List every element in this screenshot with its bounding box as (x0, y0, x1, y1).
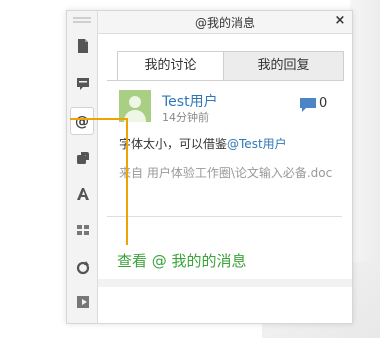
close-button[interactable]: × (333, 13, 347, 29)
tab-underline (107, 80, 342, 81)
mention-link[interactable]: @Test用户 (227, 137, 287, 151)
comment-count: 0 (319, 96, 328, 111)
layers-icon[interactable] (72, 147, 94, 169)
tab-my-discussions[interactable]: 我的讨论 (117, 51, 224, 81)
comment-icon[interactable] (72, 73, 94, 95)
mention-icon[interactable]: @ (70, 107, 94, 135)
message-text: 字体太小，可以借鉴@Test用户 (119, 135, 287, 152)
document-icon[interactable] (72, 35, 94, 57)
tool-rail: @ (67, 11, 98, 323)
panel-title: @我的消息 (194, 16, 255, 30)
message-source[interactable]: 来自 用户体验工作圈\论文输入必备.doc (119, 163, 347, 183)
annotation-arrow-vertical (126, 118, 128, 245)
annotation-arrow-horizontal (70, 118, 128, 120)
rail-grip[interactable] (73, 21, 91, 23)
divider (107, 216, 342, 217)
comment-count-icon[interactable] (299, 97, 317, 113)
view-my-mentions-annotation: 查看 @ 我的的消息 (117, 252, 247, 270)
svg-text:@: @ (75, 114, 89, 129)
tab-bar: 我的讨论 我的回复 (117, 51, 344, 81)
rail-grip[interactable] (73, 17, 91, 19)
tab-my-replies[interactable]: 我的回复 (223, 51, 344, 81)
panel-footer-strip (98, 279, 352, 287)
refresh-icon[interactable] (72, 257, 94, 279)
message-timestamp: 14分钟前 (162, 111, 209, 124)
username-link[interactable]: Test用户 (162, 91, 218, 111)
play-icon[interactable] (72, 291, 94, 313)
panel-header: @我的消息 × (98, 11, 352, 34)
message-body: 字体太小，可以借鉴 (119, 137, 228, 151)
messages-panel: @ @我的消息 × 我的讨论 我的回复 Test用户 14分钟前 0 字体太小，… (66, 10, 353, 324)
text-style-icon[interactable] (72, 183, 94, 205)
grid-icon[interactable] (72, 219, 94, 241)
